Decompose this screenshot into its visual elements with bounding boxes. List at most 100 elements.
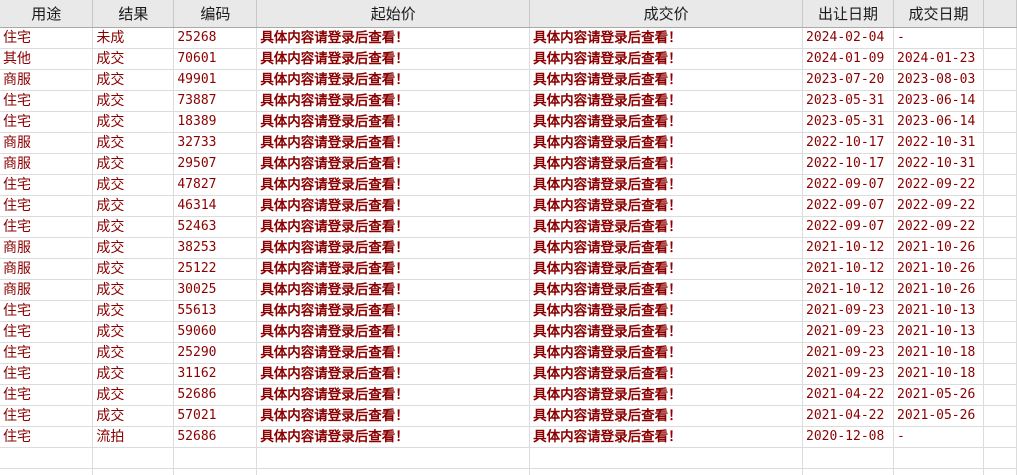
table-row[interactable]: 商服 成交 49901 具体内容请登录后查看！ 具体内容请登录后查看！ 2023-07-2… xyxy=(0,69,1017,91)
cell-deal-date[interactable]: 2021-10-13 xyxy=(893,300,984,322)
cell-result[interactable]: 成交 xyxy=(92,69,175,91)
cell-deal-price[interactable]: 具体内容请登录后查看！ xyxy=(529,153,804,175)
empty-row[interactable] xyxy=(0,468,1017,475)
cell-start-price[interactable]: 具体内容请登录后查看！ xyxy=(256,48,531,70)
cell-start-price[interactable]: 具体内容请登录后查看！ xyxy=(256,237,531,259)
cell-start-price[interactable]: 具体内容请登录后查看！ xyxy=(256,342,531,364)
cell-code[interactable]: 59060 xyxy=(173,321,258,343)
cell-start-price[interactable]: 具体内容请登录后查看！ xyxy=(256,195,531,217)
cell-list-date[interactable]: 2020-12-08 xyxy=(802,426,895,448)
cell-list-date[interactable]: 2021-09-23 xyxy=(802,300,895,322)
cell-empty[interactable] xyxy=(983,447,1017,469)
cell-use[interactable]: 商服 xyxy=(0,237,94,259)
cell-list-date[interactable]: 2022-09-07 xyxy=(802,195,895,217)
cell-start-price[interactable]: 具体内容请登录后查看！ xyxy=(256,384,531,406)
cell-result[interactable]: 未成 xyxy=(92,27,175,49)
column-header-code[interactable]: 编码 xyxy=(173,0,258,28)
cell-deal-date[interactable]: 2021-10-26 xyxy=(893,279,984,301)
cell-list-date[interactable]: 2022-10-17 xyxy=(802,132,895,154)
cell-use[interactable]: 住宅 xyxy=(0,384,94,406)
cell-empty[interactable] xyxy=(529,447,804,469)
cell-empty[interactable] xyxy=(983,195,1017,217)
cell-list-date[interactable]: 2021-10-12 xyxy=(802,237,895,259)
cell-use[interactable]: 商服 xyxy=(0,132,94,154)
cell-use[interactable]: 住宅 xyxy=(0,195,94,217)
cell-use[interactable]: 住宅 xyxy=(0,90,94,112)
cell-code[interactable]: 49901 xyxy=(173,69,258,91)
cell-empty[interactable] xyxy=(983,237,1017,259)
cell-empty[interactable] xyxy=(983,132,1017,154)
column-header-use[interactable]: 用途 xyxy=(0,0,94,28)
table-row[interactable]: 住宅 成交 73887 具体内容请登录后查看！ 具体内容请登录后查看！ 2023-05-3… xyxy=(0,90,1017,112)
cell-result[interactable]: 成交 xyxy=(92,195,175,217)
cell-deal-price[interactable]: 具体内容请登录后查看！ xyxy=(529,363,804,385)
cell-empty[interactable] xyxy=(983,384,1017,406)
cell-empty[interactable] xyxy=(0,447,94,469)
cell-deal-price[interactable]: 具体内容请登录后查看！ xyxy=(529,405,804,427)
cell-list-date[interactable]: 2021-09-23 xyxy=(802,363,895,385)
cell-list-date[interactable]: 2022-09-07 xyxy=(802,216,895,238)
cell-empty[interactable] xyxy=(983,321,1017,343)
cell-result[interactable]: 成交 xyxy=(92,216,175,238)
cell-deal-price[interactable]: 具体内容请登录后查看！ xyxy=(529,258,804,280)
cell-result[interactable]: 成交 xyxy=(92,258,175,280)
cell-empty[interactable] xyxy=(256,468,531,475)
table-row[interactable]: 住宅 成交 57021 具体内容请登录后查看！ 具体内容请登录后查看！ 2021-04-2… xyxy=(0,405,1017,427)
cell-use[interactable]: 其他 xyxy=(0,48,94,70)
table-row[interactable]: 住宅 成交 52686 具体内容请登录后查看！ 具体内容请登录后查看！ 2021-04-2… xyxy=(0,384,1017,406)
cell-empty[interactable] xyxy=(983,48,1017,70)
cell-start-price[interactable]: 具体内容请登录后查看！ xyxy=(256,426,531,448)
cell-deal-date[interactable]: 2023-06-14 xyxy=(893,111,984,133)
cell-code[interactable]: 25290 xyxy=(173,342,258,364)
cell-list-date[interactable]: 2021-10-12 xyxy=(802,258,895,280)
cell-result[interactable]: 成交 xyxy=(92,174,175,196)
cell-deal-price[interactable]: 具体内容请登录后查看！ xyxy=(529,111,804,133)
cell-code[interactable]: 25268 xyxy=(173,27,258,49)
empty-row[interactable] xyxy=(0,447,1017,469)
cell-deal-date[interactable]: 2021-10-18 xyxy=(893,342,984,364)
cell-code[interactable]: 18389 xyxy=(173,111,258,133)
cell-list-date[interactable]: 2024-01-09 xyxy=(802,48,895,70)
cell-deal-price[interactable]: 具体内容请登录后查看！ xyxy=(529,426,804,448)
cell-code[interactable]: 38253 xyxy=(173,237,258,259)
cell-use[interactable]: 住宅 xyxy=(0,321,94,343)
cell-code[interactable]: 57021 xyxy=(173,405,258,427)
cell-use[interactable]: 住宅 xyxy=(0,426,94,448)
cell-list-date[interactable]: 2024-02-04 xyxy=(802,27,895,49)
cell-deal-price[interactable]: 具体内容请登录后查看！ xyxy=(529,174,804,196)
cell-result[interactable]: 成交 xyxy=(92,384,175,406)
cell-deal-date[interactable]: 2021-05-26 xyxy=(893,405,984,427)
cell-list-date[interactable]: 2021-10-12 xyxy=(802,279,895,301)
cell-deal-date[interactable]: 2022-09-22 xyxy=(893,195,984,217)
cell-empty[interactable] xyxy=(983,153,1017,175)
cell-deal-date[interactable]: 2024-01-23 xyxy=(893,48,984,70)
cell-start-price[interactable]: 具体内容请登录后查看！ xyxy=(256,216,531,238)
cell-result[interactable]: 成交 xyxy=(92,48,175,70)
cell-deal-price[interactable]: 具体内容请登录后查看！ xyxy=(529,279,804,301)
cell-empty[interactable] xyxy=(983,279,1017,301)
cell-list-date[interactable]: 2021-04-22 xyxy=(802,384,895,406)
cell-result[interactable]: 成交 xyxy=(92,153,175,175)
cell-result[interactable]: 成交 xyxy=(92,90,175,112)
cell-empty[interactable] xyxy=(0,468,94,475)
table-row[interactable]: 商服 成交 25122 具体内容请登录后查看！ 具体内容请登录后查看！ 2021-10-1… xyxy=(0,258,1017,280)
cell-list-date[interactable]: 2021-04-22 xyxy=(802,405,895,427)
cell-start-price[interactable]: 具体内容请登录后查看！ xyxy=(256,27,531,49)
cell-empty[interactable] xyxy=(893,468,984,475)
cell-empty[interactable] xyxy=(92,447,175,469)
cell-result[interactable]: 成交 xyxy=(92,405,175,427)
cell-use[interactable]: 住宅 xyxy=(0,27,94,49)
table-row[interactable]: 住宅 流拍 52686 具体内容请登录后查看！ 具体内容请登录后查看！ 2020-12-0… xyxy=(0,426,1017,448)
cell-use[interactable]: 住宅 xyxy=(0,174,94,196)
cell-empty[interactable] xyxy=(173,447,258,469)
cell-start-price[interactable]: 具体内容请登录后查看！ xyxy=(256,258,531,280)
cell-empty[interactable] xyxy=(983,111,1017,133)
cell-code[interactable]: 29507 xyxy=(173,153,258,175)
cell-empty[interactable] xyxy=(92,468,175,475)
cell-deal-price[interactable]: 具体内容请登录后查看！ xyxy=(529,48,804,70)
cell-code[interactable]: 55613 xyxy=(173,300,258,322)
cell-list-date[interactable]: 2021-09-23 xyxy=(802,342,895,364)
cell-code[interactable]: 52463 xyxy=(173,216,258,238)
cell-deal-price[interactable]: 具体内容请登录后查看！ xyxy=(529,216,804,238)
cell-result[interactable]: 成交 xyxy=(92,132,175,154)
